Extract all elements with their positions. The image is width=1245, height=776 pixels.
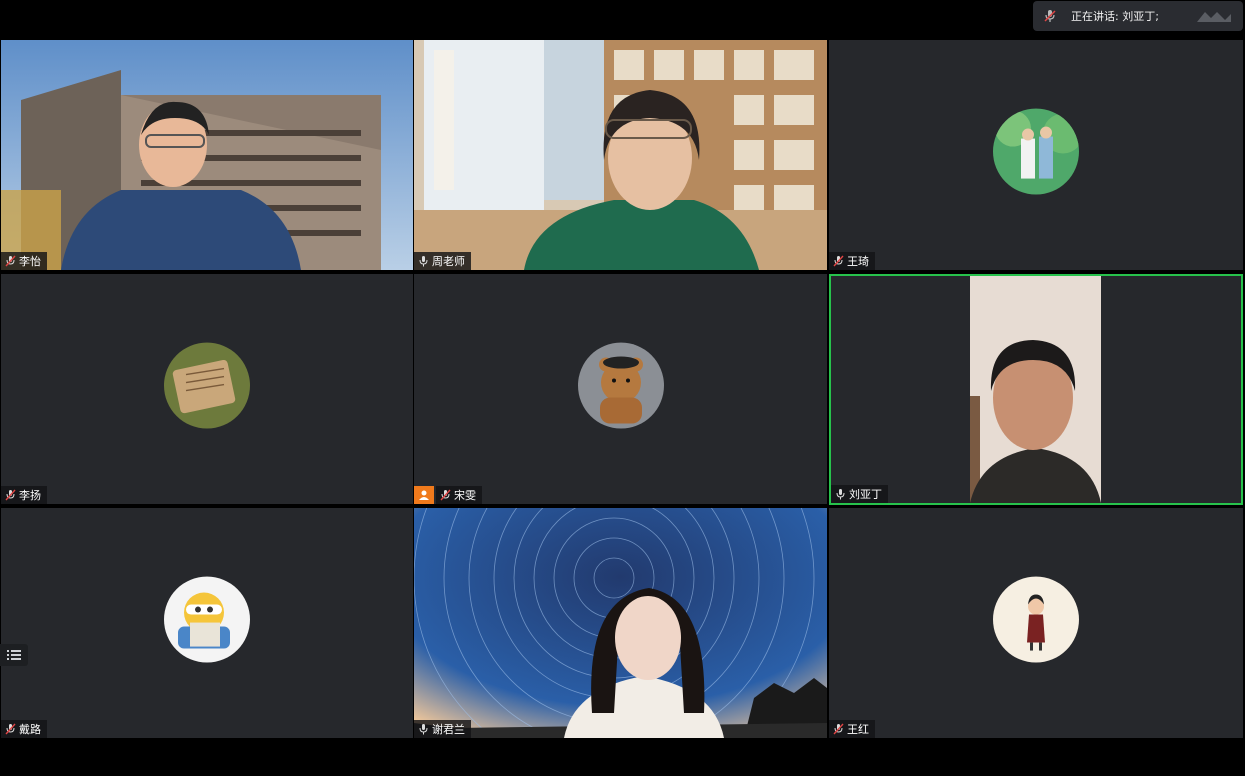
participant-nametag: 宋雯	[436, 486, 482, 504]
participant-name: 王红	[847, 723, 869, 736]
participant-name: 李扬	[19, 489, 41, 502]
participant-avatar	[164, 342, 250, 429]
mic-icon	[419, 724, 428, 735]
mic-icon	[419, 256, 428, 267]
video-feed	[414, 40, 827, 270]
muted-mic-icon	[440, 489, 451, 501]
video-tile-6[interactable]: 刘亚丁	[829, 274, 1243, 505]
participant-name: 周老师	[432, 255, 465, 268]
video-tile-8[interactable]: 谢君兰	[414, 508, 827, 738]
host-icon	[414, 486, 434, 504]
muted-mic-icon	[5, 723, 16, 735]
mic-icon	[836, 489, 845, 500]
participant-avatar	[993, 108, 1079, 195]
participant-nametag: 王红	[829, 720, 875, 738]
participant-nametag: 谢君兰	[414, 720, 471, 738]
video-tile-2[interactable]: 周老师	[414, 40, 827, 270]
video-feed	[831, 276, 1241, 503]
video-feed	[1, 40, 413, 270]
network-signal-icon	[1197, 12, 1231, 22]
video-tile-5[interactable]: 宋雯	[414, 274, 827, 504]
participant-nametag: 李扬	[1, 486, 47, 504]
video-tile-7[interactable]: 戴路	[1, 508, 413, 738]
muted-mic-icon	[5, 489, 16, 501]
list-icon	[7, 650, 21, 660]
participant-nametag: 戴路	[1, 720, 47, 738]
participant-nametag: 周老师	[414, 252, 471, 270]
participant-name: 戴路	[19, 723, 41, 736]
participant-avatar	[577, 342, 664, 429]
muted-mic-icon	[5, 255, 16, 267]
participant-name: 刘亚丁	[849, 488, 882, 501]
video-tile-4[interactable]: 李扬	[1, 274, 413, 504]
video-tile-3[interactable]: 王琦	[829, 40, 1243, 270]
participant-nametag: 王琦	[829, 252, 875, 270]
participant-avatar	[164, 576, 250, 663]
participant-name: 宋雯	[454, 489, 476, 502]
video-feed	[414, 508, 827, 738]
participant-nametag: 李怡	[1, 252, 47, 270]
muted-mic-icon	[1044, 10, 1056, 22]
speaking-indicator: 正在讲话: 刘亚丁;	[1033, 1, 1243, 31]
participant-name: 王琦	[847, 255, 869, 268]
video-tile-9[interactable]: 王红	[829, 508, 1243, 738]
speaking-label: 正在讲话: 刘亚丁;	[1071, 10, 1159, 23]
muted-mic-icon	[833, 723, 844, 735]
participant-name: 李怡	[19, 255, 41, 268]
participant-avatar	[993, 576, 1079, 663]
video-tile-1[interactable]: 李怡	[1, 40, 413, 270]
muted-mic-icon	[833, 255, 844, 267]
participant-nametag: 刘亚丁	[831, 485, 888, 503]
participant-name: 谢君兰	[432, 723, 465, 736]
participant-list-button[interactable]	[0, 644, 28, 666]
